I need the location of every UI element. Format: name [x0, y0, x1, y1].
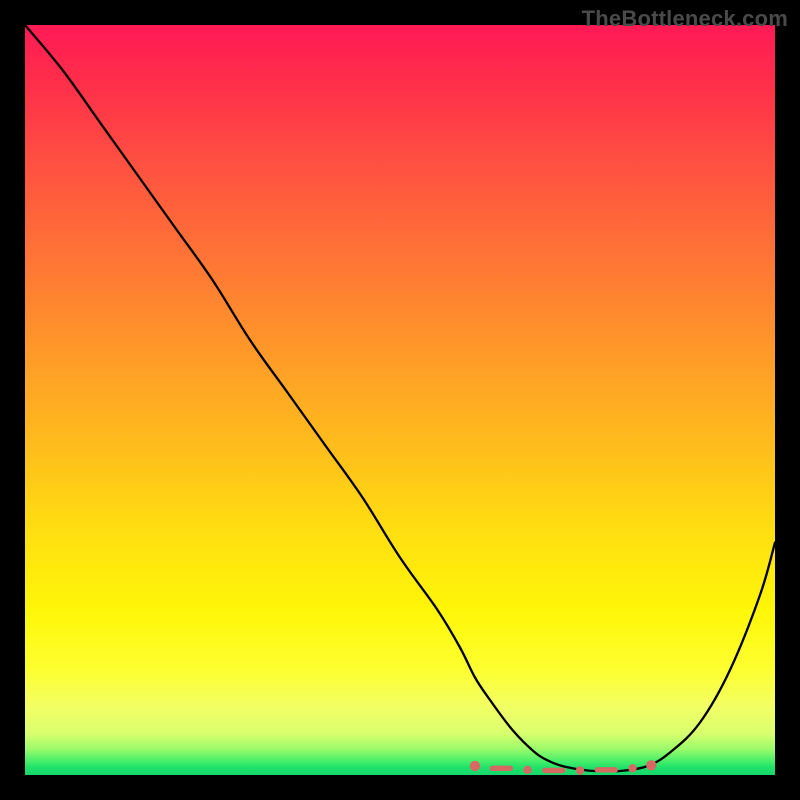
curve-layer — [25, 25, 775, 775]
sweet-spot-dot — [576, 766, 584, 774]
plot-area — [25, 25, 775, 775]
chart-frame: TheBottleneck.com — [0, 0, 800, 800]
sweet-spot-dot — [523, 766, 531, 774]
sweet-spot-dot — [646, 760, 656, 770]
bottleneck-curve — [25, 25, 775, 771]
watermark-label: TheBottleneck.com — [582, 6, 788, 32]
sweet-spot-dot — [628, 764, 636, 772]
sweet-spot-dot — [470, 761, 480, 771]
